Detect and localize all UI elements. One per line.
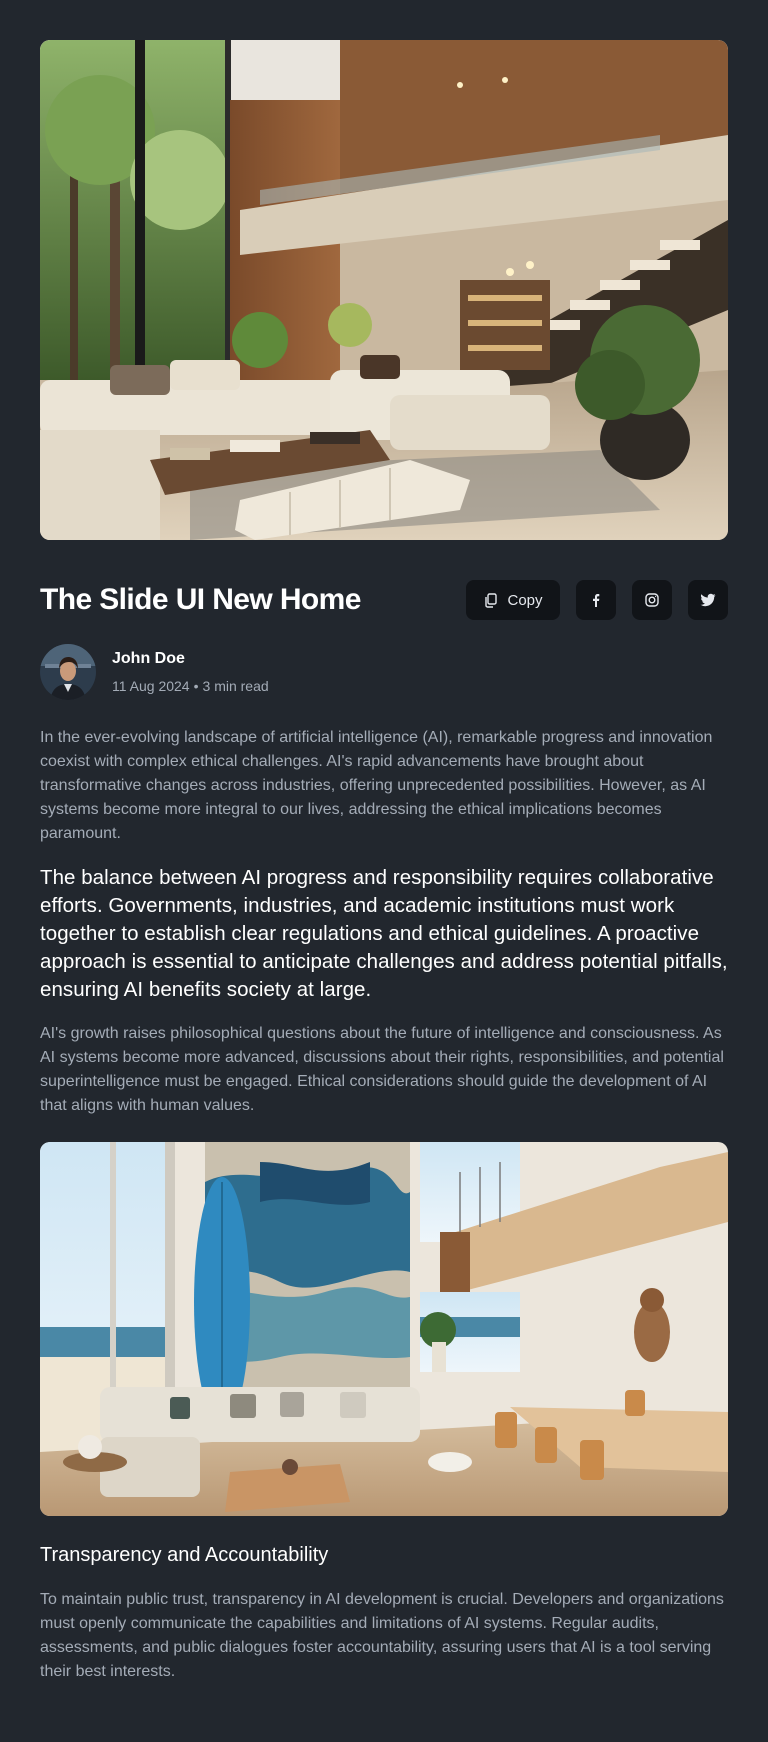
hero-image: [40, 40, 728, 540]
instagram-icon: [644, 592, 660, 608]
author-block: John Doe 11 Aug 2024 • 3 min read: [40, 644, 728, 700]
read-time: 3 min read: [202, 678, 269, 694]
avatar[interactable]: [40, 644, 96, 700]
twitter-icon: [700, 593, 716, 607]
post-title: The Slide UI New Home: [40, 583, 361, 616]
section-title: Transparency and Accountability: [40, 1544, 329, 1566]
share-buttons: Copy: [466, 580, 728, 620]
copy-icon: [483, 592, 499, 608]
facebook-share-button[interactable]: [576, 580, 616, 620]
article-paragraph: To maintain public trust, transparency i…: [40, 1591, 724, 1680]
copy-label: Copy: [507, 591, 543, 609]
post-meta: 11 Aug 2024 • 3 min read: [112, 677, 269, 695]
facebook-icon: [589, 593, 603, 607]
meta-separator: •: [193, 678, 199, 694]
author-info: John Doe 11 Aug 2024 • 3 min read: [112, 649, 269, 695]
title-row: The Slide UI New Home Copy: [40, 580, 728, 620]
blog-post-page: The Slide UI New Home Copy John Doe 11 A…: [0, 0, 768, 1742]
instagram-share-button[interactable]: [632, 580, 672, 620]
article-paragraph: In the ever-evolving landscape of artifi…: [40, 729, 713, 842]
article-image: [40, 1142, 728, 1516]
article-paragraph: AI's growth raises philosophical questio…: [40, 1025, 724, 1114]
copy-link-button[interactable]: Copy: [466, 580, 560, 620]
author-name[interactable]: John Doe: [112, 649, 269, 669]
article-lead-paragraph: The balance between AI progress and resp…: [40, 866, 728, 1001]
post-date: 11 Aug 2024: [112, 678, 190, 694]
twitter-share-button[interactable]: [688, 580, 728, 620]
